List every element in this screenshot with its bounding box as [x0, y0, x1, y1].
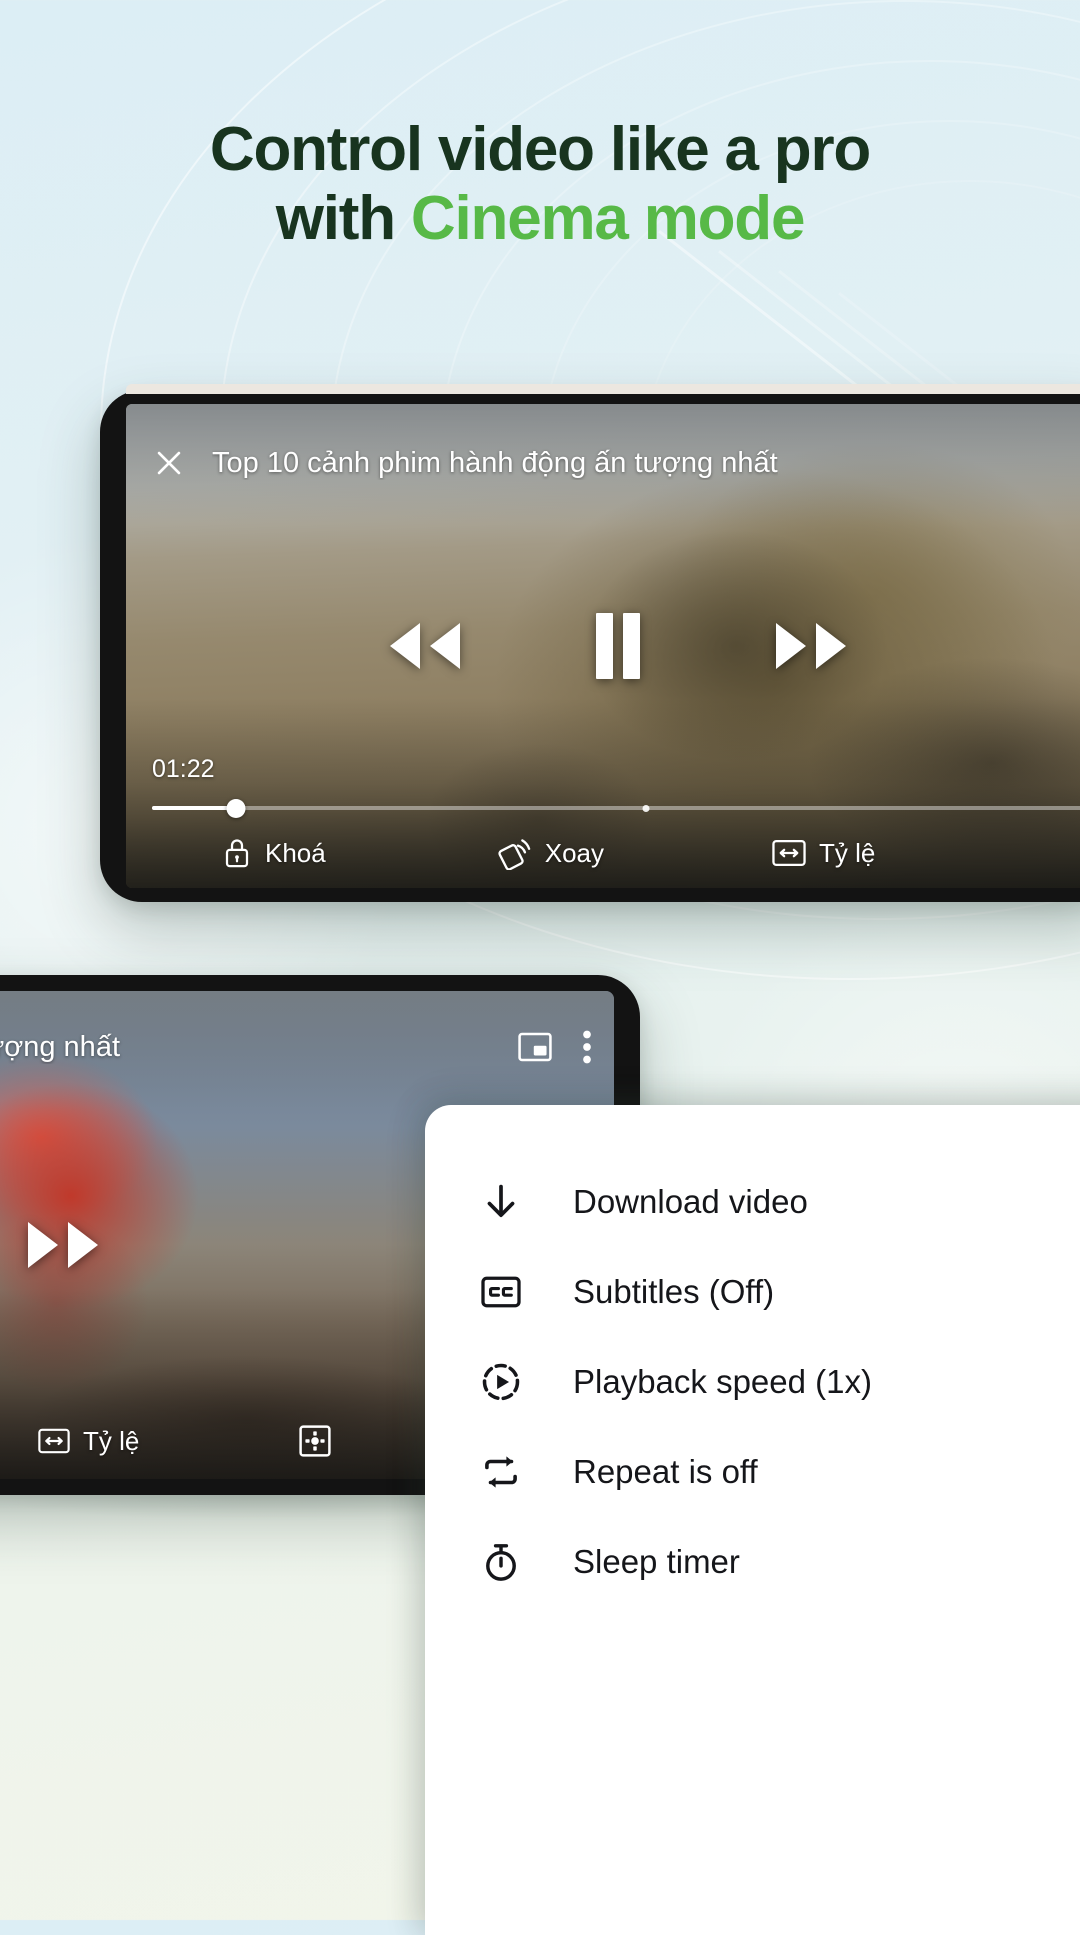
seek-chapter-marker — [642, 804, 650, 812]
player-transport-controls — [126, 613, 1080, 679]
settings-icon — [299, 1425, 331, 1457]
player-top-bar: Top 10 cảnh phim hành động ấn tượng nhất — [126, 404, 1080, 522]
current-time-label: 01:22 — [152, 755, 215, 783]
player-top-bar-bottom: ộng ấn tượng nhất — [0, 991, 614, 1103]
menu-item-label: Sleep timer — [573, 1543, 740, 1580]
menu-item-label: Download video — [573, 1183, 808, 1220]
lock-icon — [222, 836, 252, 870]
headline-line-1: Control video like a pro — [209, 115, 871, 184]
seek-progress-fill — [152, 806, 236, 810]
fast-forward-icon[interactable] — [18, 1218, 110, 1272]
menu-item-label: Repeat is off — [573, 1453, 758, 1490]
options-menu: Download video Subtitles (Off) Playback … — [425, 1105, 1080, 1935]
picture-in-picture-icon[interactable] — [518, 1032, 552, 1062]
menu-item-download-video[interactable]: Download video — [425, 1157, 1080, 1247]
close-icon[interactable] — [152, 446, 186, 480]
player-action-row: Khoá Xoay Tỷ lệ — [152, 836, 1080, 870]
phone-bezel-edge — [126, 384, 1080, 394]
headline-line-2-prefix: with — [275, 183, 411, 253]
action-settings[interactable] — [299, 1425, 331, 1457]
menu-item-playback-speed[interactable]: Playback speed (1x) — [425, 1337, 1080, 1427]
video-title-truncated: ộng ấn tượng nhất — [0, 1030, 121, 1063]
fast-forward-icon[interactable] — [766, 619, 858, 673]
video-player-top[interactable]: Top 10 cảnh phim hành động ấn tượng nhất — [126, 404, 1080, 888]
page-title: Control video like a pro with Cinema mod… — [0, 115, 1080, 254]
aspect-ratio-icon — [38, 1428, 70, 1454]
player-bottom-bar: 01:22 Khoá Xoay Tỷ lệ — [126, 755, 1080, 888]
kebab-menu-icon[interactable] — [582, 1030, 592, 1064]
action-rotate[interactable]: Xoay — [498, 836, 604, 870]
menu-item-label: Subtitles (Off) — [573, 1273, 775, 1310]
seek-bar[interactable] — [152, 798, 1080, 818]
menu-item-subtitles[interactable]: Subtitles (Off) — [425, 1247, 1080, 1337]
rotate-icon — [498, 836, 532, 870]
action-lock-label: Khoá — [265, 837, 326, 868]
playback-speed-icon — [479, 1360, 523, 1404]
sleep-timer-icon — [479, 1540, 523, 1584]
download-icon — [479, 1180, 523, 1224]
menu-item-label: Playback speed (1x) — [573, 1363, 872, 1400]
headline-highlight: Cinema mode — [410, 183, 806, 253]
phone-device-top: Top 10 cảnh phim hành động ấn tượng nhất — [100, 384, 1080, 902]
closed-caption-icon — [479, 1270, 523, 1314]
action-aspect-ratio-bottom[interactable]: Tỷ lệ — [38, 1426, 139, 1457]
action-aspect-label-bottom: Tỷ lệ — [83, 1425, 140, 1456]
action-lock[interactable]: Khoá — [222, 836, 326, 870]
repeat-icon — [479, 1450, 523, 1494]
rewind-icon[interactable] — [378, 619, 470, 673]
seek-track — [152, 806, 1080, 810]
player-top-icons — [518, 1030, 592, 1064]
action-rotate-label: Xoay — [544, 837, 604, 868]
menu-item-repeat[interactable]: Repeat is off — [425, 1427, 1080, 1517]
action-aspect-label: Tỷ lệ — [819, 837, 876, 868]
pause-icon[interactable] — [590, 613, 646, 679]
aspect-ratio-icon — [772, 839, 806, 867]
seek-thumb[interactable] — [226, 798, 246, 818]
menu-item-sleep-timer[interactable]: Sleep timer — [425, 1517, 1080, 1607]
video-title: Top 10 cảnh phim hành động ấn tượng nhất — [212, 446, 778, 479]
action-aspect-ratio[interactable]: Tỷ lệ — [772, 838, 875, 869]
headline-line-2: with Cinema mode — [0, 183, 1080, 254]
